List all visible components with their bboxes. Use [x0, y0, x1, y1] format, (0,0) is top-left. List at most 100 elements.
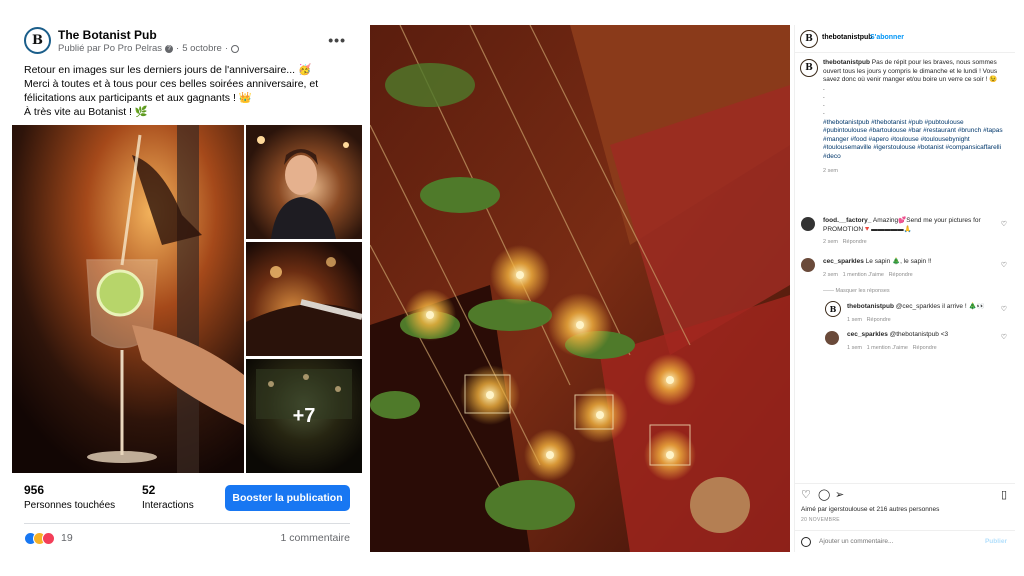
- publish-comment-button[interactable]: Publier: [985, 538, 1007, 545]
- reach-label: Personnes touchées: [24, 500, 116, 511]
- page-avatar[interactable]: B: [24, 27, 51, 54]
- caption-spacer: ....: [823, 84, 825, 116]
- ig-header: B thebotanistpub S'abonner: [795, 25, 1015, 53]
- reply-meta: 1 sem 1 mention J'aime Répondre: [847, 344, 997, 353]
- boost-post-button[interactable]: Booster la publication: [225, 485, 350, 511]
- reactions-count[interactable]: 19: [61, 532, 73, 544]
- post-meta: Publié par Po Pro Pelras ? · 5 octobre ·: [58, 43, 239, 54]
- hide-replies-label: Masquer les réponses: [835, 288, 890, 294]
- add-comment-bar: Publier: [795, 530, 1015, 552]
- reply: thebotanistpub @cec_sparkles il arrive !…: [847, 303, 997, 324]
- reply-text: @cec_sparkles il arrive ! 🎄👀: [895, 303, 985, 310]
- post-text-line: Retour en images sur les derniers jours …: [24, 64, 312, 76]
- post-header: B The Botanist Pub Publié par Po Pro Pel…: [12, 18, 362, 62]
- more-photos-count[interactable]: +7: [246, 359, 362, 473]
- caption-time: 2 sem: [823, 168, 838, 174]
- reply-avatar[interactable]: [825, 331, 839, 345]
- love-reaction-icon: [42, 532, 55, 545]
- ig-actions: ♡ ◯ ➢ ▯ Aimé par igerstoulouse et 216 au…: [795, 483, 1015, 553]
- bartender-photo: [257, 136, 349, 239]
- reply-username[interactable]: thebotanistpub: [847, 303, 894, 310]
- comment-username[interactable]: food.__factory_: [823, 217, 871, 224]
- ig-caption: thebotanistpub Pas de répit pour les bra…: [823, 59, 1009, 176]
- interactions-label: Interactions: [142, 500, 194, 511]
- bookmark-icon[interactable]: ▯: [1001, 488, 1007, 501]
- instagram-post-photo[interactable]: [370, 25, 790, 552]
- reach-value: 956: [24, 483, 45, 497]
- gallery-photo-bar[interactable]: [246, 242, 362, 356]
- comment: cec_sparkles Le sapin 🎄, le sapin !! 2 s…: [823, 258, 1003, 279]
- post-text-line: félicitations aux participants et aux ga…: [24, 92, 252, 104]
- comment: food.__factory_ Amazing💕Send me your pic…: [823, 217, 1003, 247]
- gallery-photo-more[interactable]: +7: [246, 359, 362, 473]
- separator-dot: ·: [176, 43, 180, 54]
- facebook-post: B The Botanist Pub Publié par Po Pro Pel…: [12, 18, 362, 558]
- liked-by[interactable]: Aimé par igerstoulouse et 216 autres per…: [801, 506, 939, 513]
- comment-meta: 2 sem 1 mention J'aime Répondre: [823, 271, 1003, 280]
- caption-hashtags[interactable]: #thebotanistpub #thebotanist #pub #pubto…: [823, 119, 1009, 162]
- gallery-photo-bartender[interactable]: [246, 125, 362, 239]
- hanging-plants-photo: [370, 25, 790, 552]
- reply-time: 1 sem: [847, 316, 862, 323]
- heart-icon[interactable]: ♡: [1001, 306, 1007, 315]
- like-icon[interactable]: ♡: [801, 488, 811, 501]
- interactions-value: 52: [142, 483, 156, 497]
- share-icon[interactable]: ➢: [835, 488, 844, 501]
- ig-comments-area: B thebotanistpub Pas de répit pour les b…: [795, 55, 1015, 475]
- reply: cec_sparkles @thebotanistpub <3 1 sem 1 …: [847, 331, 997, 352]
- commenter-avatar[interactable]: [801, 217, 815, 231]
- photo-gallery: +7: [12, 125, 362, 473]
- comments-count[interactable]: 1 commentaire: [281, 532, 350, 544]
- heart-icon[interactable]: ♡: [1001, 262, 1007, 271]
- comment-username[interactable]: cec_sparkles: [823, 258, 864, 265]
- interactions-stat[interactable]: 52 Interactions: [142, 483, 194, 511]
- post-date: 20 NOVEMBRE: [801, 517, 840, 523]
- commenter-avatar[interactable]: [801, 258, 815, 272]
- emoji-icon[interactable]: [801, 537, 811, 547]
- page-name[interactable]: The Botanist Pub: [58, 28, 157, 42]
- ig-username[interactable]: thebotanistpub: [822, 34, 873, 41]
- reply-text: @thebotanistpub <3: [889, 331, 949, 338]
- more-options-icon[interactable]: •••: [328, 32, 346, 48]
- ig-avatar[interactable]: B: [800, 30, 818, 48]
- heart-icon[interactable]: ♡: [1001, 334, 1007, 343]
- separator-dot: ·: [224, 43, 228, 54]
- gallery-main-photo[interactable]: [12, 125, 244, 473]
- post-text: Retour en images sur les derniers jours …: [24, 63, 350, 119]
- comment-icon[interactable]: ◯: [818, 488, 830, 501]
- follow-button[interactable]: S'abonner: [870, 34, 904, 41]
- post-text-line: À très vite au Botanist ! 🌿: [24, 106, 148, 118]
- comment-text: Le sapin 🎄, le sapin !!: [865, 258, 932, 265]
- post-text-line: Merci à toutes et à tous pour ces belles…: [24, 78, 319, 90]
- reply-likes[interactable]: 1 mention J'aime: [867, 345, 908, 351]
- comment-time: 2 sem: [823, 239, 838, 245]
- post-date[interactable]: 5 octobre: [182, 43, 222, 54]
- comment-likes[interactable]: 1 mention J'aime: [843, 272, 884, 278]
- instagram-panel: B thebotanistpub S'abonner B thebotanist…: [794, 25, 1015, 553]
- cocktail-photo: [12, 125, 244, 473]
- caption-username[interactable]: thebotanistpub: [823, 59, 870, 66]
- bar-photo: [246, 257, 362, 356]
- published-by: Publié par Po Pro Pelras: [58, 43, 163, 54]
- caption-avatar[interactable]: B: [800, 59, 818, 77]
- reply-meta: 1 sem Répondre: [847, 316, 997, 325]
- reply-time: 1 sem: [847, 344, 862, 351]
- reply-username[interactable]: cec_sparkles: [847, 331, 888, 338]
- comment-time: 2 sem: [823, 271, 838, 278]
- reply-link[interactable]: Répondre: [867, 317, 891, 323]
- reply-link[interactable]: Répondre: [843, 239, 867, 245]
- info-icon[interactable]: ?: [165, 44, 174, 53]
- comment-meta: 2 sem Répondre: [823, 238, 1003, 247]
- post-insights: 956 Personnes touchées 52 Interactions B…: [24, 483, 350, 523]
- reach-stat[interactable]: 956 Personnes touchées: [24, 483, 115, 511]
- heart-icon[interactable]: ♡: [1001, 221, 1007, 230]
- divider: [24, 523, 350, 524]
- hide-replies-toggle[interactable]: —— Masquer les réponses: [823, 287, 890, 296]
- globe-icon: [231, 44, 239, 53]
- reactions-bar: 19 1 commentaire: [24, 530, 350, 548]
- reply-link[interactable]: Répondre: [913, 345, 937, 351]
- comment-input[interactable]: [819, 538, 969, 545]
- hide-replies-line: ——: [823, 288, 836, 294]
- reply-link[interactable]: Répondre: [889, 272, 913, 278]
- reply-avatar[interactable]: B: [825, 301, 841, 317]
